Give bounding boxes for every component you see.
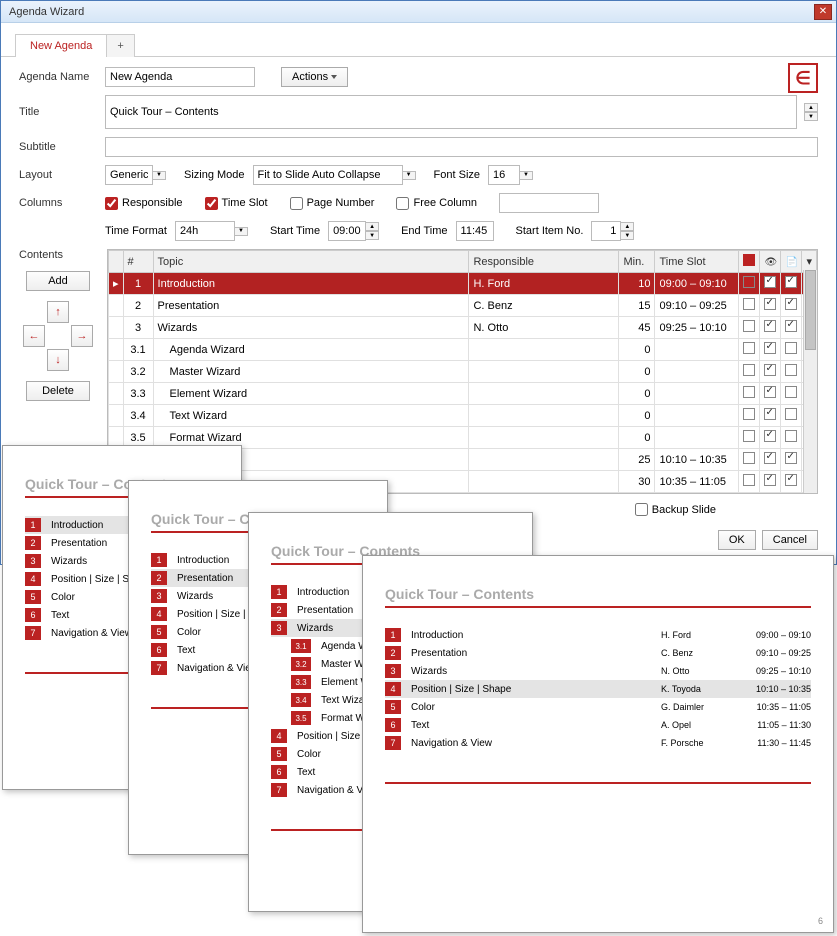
col-header-topic[interactable]: Topic (153, 251, 469, 273)
agenda-item: 5ColorG. Daimler10:35 – 11:05 (385, 698, 811, 716)
table-row[interactable]: ▸1IntroductionH. Ford1009:00 – 09:10 (109, 273, 817, 295)
table-row[interactable]: 3.2Master Wizard0 (109, 361, 817, 383)
agenda-item: 4Position | Size | ShapeK. Toyoda10:10 –… (385, 680, 811, 698)
grid-scrollbar[interactable] (803, 270, 817, 493)
start-time-label: Start Time (270, 225, 320, 237)
agenda-item: 6TextA. Opel11:05 – 11:30 (385, 716, 811, 734)
table-row[interactable]: 3.4Text Wizard0 (109, 405, 817, 427)
chevron-down-icon[interactable]: ▼ (152, 171, 166, 180)
table-row[interactable]: 3WizardsN. Otto4509:25 – 10:10 (109, 317, 817, 339)
layout-label: Layout (19, 169, 97, 181)
columns-label: Columns (19, 197, 97, 209)
ok-button[interactable]: OK (718, 530, 756, 550)
time-format-label: Time Format (105, 225, 167, 237)
add-button[interactable]: Add (26, 271, 90, 291)
table-row[interactable]: 3.1Agenda Wizard0 (109, 339, 817, 361)
spin-down-icon[interactable]: ▼ (365, 231, 379, 240)
col-header-timeslot[interactable]: Time Slot (655, 251, 739, 273)
title-label: Title (19, 106, 97, 118)
sizing-mode-select[interactable] (253, 165, 403, 185)
titlebar: Agenda Wizard ✕ (1, 1, 836, 23)
chevron-down-icon[interactable]: ▼ (234, 227, 248, 236)
chevron-down-icon[interactable]: ▼ (519, 171, 533, 180)
move-right-button[interactable]: → (71, 325, 93, 347)
move-up-button[interactable]: ↑ (47, 301, 69, 323)
agenda-name-input[interactable] (105, 67, 255, 87)
subtitle-label: Subtitle (19, 141, 97, 153)
preview-title: Quick Tour – Contents (385, 586, 811, 608)
agenda-name-label: Agenda Name (19, 71, 97, 83)
delete-button[interactable]: Delete (26, 381, 90, 401)
agenda-item: 1IntroductionH. Ford09:00 – 09:10 (385, 626, 811, 644)
contents-label: Contents (19, 249, 63, 261)
tabstrip: New Agenda + (1, 23, 836, 57)
free-column-checkbox[interactable] (396, 197, 409, 210)
table-row[interactable]: 2PresentationC. Benz1509:10 – 09:25 (109, 295, 817, 317)
start-item-no-label: Start Item No. (516, 225, 584, 237)
backup-slide-checkbox[interactable] (635, 503, 648, 516)
move-down-button[interactable]: ↓ (47, 349, 69, 371)
tab-new-agenda[interactable]: New Agenda (15, 34, 107, 57)
table-row[interactable]: 3.3Element Wizard0 (109, 383, 817, 405)
start-time-input[interactable] (328, 221, 366, 241)
agenda-item: 3WizardsN. Otto09:25 – 10:10 (385, 662, 811, 680)
tab-add-button[interactable]: + (106, 34, 134, 57)
col-header-pause-icon (739, 251, 760, 273)
end-time-label: End Time (401, 225, 447, 237)
font-size-select[interactable] (488, 165, 520, 185)
cancel-button[interactable]: Cancel (762, 530, 818, 550)
end-time-input[interactable] (456, 221, 494, 241)
subtitle-input[interactable] (105, 137, 818, 157)
move-left-button[interactable]: ← (23, 325, 45, 347)
title-up-icon[interactable]: ▲ (804, 103, 818, 112)
col-header-sheet-icon (781, 251, 802, 273)
close-icon[interactable]: ✕ (814, 4, 832, 20)
window-title: Agenda Wizard (5, 6, 814, 18)
app-logo-icon: ∈ (788, 63, 818, 93)
free-column-input[interactable] (499, 193, 599, 213)
start-item-no-input[interactable] (591, 221, 621, 241)
page-number-checkbox[interactable] (290, 197, 303, 210)
col-header-min[interactable]: Min. (619, 251, 655, 273)
title-input[interactable] (105, 95, 797, 129)
agenda-item: 7Navigation & ViewF. Porsche11:30 – 11:4… (385, 734, 811, 752)
col-header-responsible[interactable]: Responsible (469, 251, 619, 273)
actions-button[interactable]: Actions (281, 67, 348, 87)
spin-up-icon[interactable]: ▲ (620, 222, 634, 231)
chevron-down-icon[interactable]: ▼ (402, 171, 416, 180)
time-slot-checkbox[interactable] (205, 197, 218, 210)
col-header-num[interactable]: # (123, 251, 153, 273)
move-arrows: ↑ ← → ↓ (23, 301, 93, 371)
title-down-icon[interactable]: ▼ (804, 112, 818, 121)
form-area: Agenda Name Actions Title ▲ ▼ Subtitle L… (1, 57, 836, 508)
layout-select[interactable] (105, 165, 153, 185)
spin-down-icon[interactable]: ▼ (620, 231, 634, 240)
page-number: 6 (818, 916, 823, 926)
spin-up-icon[interactable]: ▲ (365, 222, 379, 231)
preview-slide-4: Quick Tour – Contents 1IntroductionH. Fo… (362, 555, 834, 933)
agenda-item: 2PresentationC. Benz09:10 – 09:25 (385, 644, 811, 662)
sizing-mode-label: Sizing Mode (184, 169, 245, 181)
col-header-eye-icon (760, 251, 781, 273)
responsible-checkbox[interactable] (105, 197, 118, 210)
font-size-label: Font Size (434, 169, 480, 181)
time-format-select[interactable] (175, 221, 235, 241)
